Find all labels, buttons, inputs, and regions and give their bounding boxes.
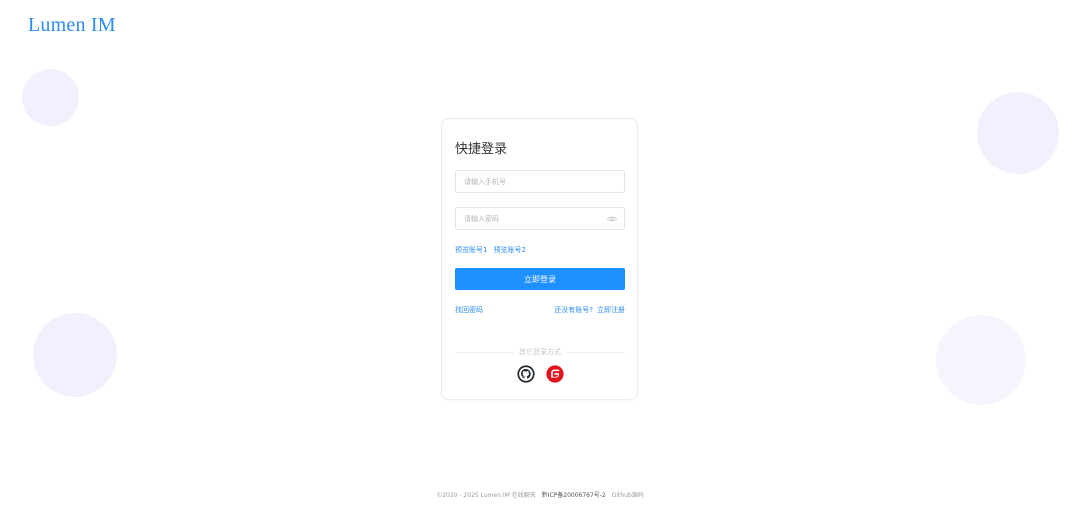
social-login	[442, 365, 639, 383]
register-link[interactable]: 立即注册	[597, 305, 625, 315]
gitee-icon[interactable]	[546, 365, 564, 383]
other-login-divider: 其它登录方式	[455, 347, 625, 357]
login-title: 快捷登录	[455, 142, 508, 157]
forgot-password-link[interactable]: 找回密码	[455, 305, 483, 315]
preview-account-2-link[interactable]: 预览账号2	[493, 245, 525, 255]
decorative-bubble	[33, 313, 117, 397]
preview-account-1-link[interactable]: 预览账号1	[455, 245, 487, 255]
password-field-wrapper	[455, 207, 625, 230]
divider-line	[455, 351, 513, 353]
github-source-link[interactable]: Github源码	[612, 492, 644, 499]
app-logo[interactable]: Lumen IM	[28, 14, 116, 37]
login-card: 快捷登录 预览账号1 预览账号2 立即登录 找回密码 还没有账号? 立即注册	[441, 118, 638, 400]
divider-line	[567, 351, 625, 353]
preview-accounts: 预览账号1 预览账号2	[455, 245, 526, 255]
other-login-label: 其它登录方式	[519, 348, 561, 356]
phone-input[interactable]	[464, 177, 616, 186]
login-page: Lumen IM 快捷登录 预览账号1 预览账号2 立即登录 找回密码 还没有账…	[0, 0, 1080, 517]
password-input[interactable]	[464, 214, 616, 223]
register-group: 还没有账号? 立即注册	[554, 305, 625, 315]
page-footer: ©2020 - 2025 Lumen IM 在线聊天 黔ICP备20006767…	[0, 490, 1080, 499]
eye-icon[interactable]	[607, 215, 617, 223]
phone-field-wrapper	[455, 170, 625, 193]
no-account-link[interactable]: 还没有账号?	[554, 305, 593, 315]
decorative-bubble	[977, 92, 1059, 174]
decorative-bubble	[22, 69, 79, 126]
login-button[interactable]: 立即登录	[455, 268, 625, 290]
icp-link[interactable]: 黔ICP备20006767号-2	[542, 492, 606, 499]
copyright-text: ©2020 - 2025 Lumen IM 在线聊天	[436, 492, 536, 499]
github-icon[interactable]	[517, 365, 535, 383]
decorative-bubble	[936, 315, 1026, 405]
